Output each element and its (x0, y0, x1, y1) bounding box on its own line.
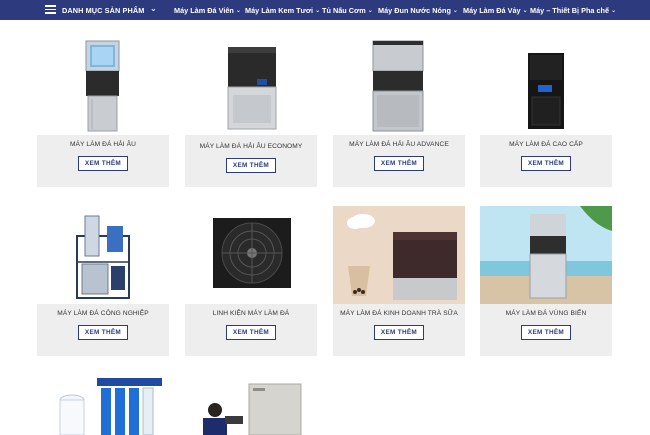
category-menu-label[interactable]: DANH MỤC SẢN PHẨM (62, 6, 144, 15)
product-title[interactable]: MÁY LÀM ĐÁ HẢI ÂU ADVANCE (333, 141, 465, 148)
product-title[interactable]: MÁY LÀM ĐÁ HẢI ÂU (37, 141, 169, 148)
ice-machine-image (528, 53, 564, 129)
milk-tea-ice-machine-image (333, 206, 465, 304)
view-more-button[interactable]: XEM THÊM (78, 156, 128, 171)
nav-item-label: Máy Làm Đá Vảy (463, 6, 521, 15)
product-image[interactable] (333, 206, 465, 304)
product-card (37, 372, 169, 435)
product-card (185, 372, 317, 435)
ice-machine-image (227, 47, 277, 130)
product-image[interactable] (480, 206, 612, 304)
view-more-button[interactable]: XEM THÊM (521, 156, 571, 171)
top-navigation-bar: DANH MỤC SẢN PHẨM ⌄ Máy Làm Đá Viên ⌄ Máy… (0, 0, 650, 20)
chevron-down-icon: ⌄ (452, 8, 458, 14)
product-image[interactable] (185, 206, 317, 304)
product-title[interactable]: LINH KIỆN MÁY LÀM ĐÁ (185, 310, 317, 317)
chevron-down-icon: ⌄ (611, 8, 617, 14)
product-title[interactable]: MÁY LÀM ĐÁ VÙNG BIỂN (480, 310, 612, 317)
view-more-button[interactable]: XEM THÊM (78, 325, 128, 340)
product-card: MÁY LÀM ĐÁ HẢI ÂU ECONOMY XEM THÊM (185, 37, 317, 187)
product-title[interactable]: MÁY LÀM ĐÁ KINH DOANH TRÀ SỮA (333, 310, 465, 317)
product-card: LINH KIỆN MÁY LÀM ĐÁ XEM THÊM (185, 206, 317, 356)
view-more-button[interactable]: XEM THÊM (226, 325, 276, 340)
nav-item-tu-nau-com[interactable]: Tủ Nấu Cơm ⌄ (322, 6, 373, 15)
nav-item-may-thiet-bi-pha-che[interactable]: Máy – Thiết Bị Pha chế ⌄ (530, 6, 616, 15)
industrial-ice-machine-image (76, 215, 130, 299)
nav-item-may-dun-nuoc-nong[interactable]: Máy Đun Nước Nóng ⌄ (378, 6, 458, 15)
product-card: MÁY LÀM ĐÁ KINH DOANH TRÀ SỮA XEM THÊM (333, 206, 465, 356)
product-image[interactable] (37, 37, 169, 135)
nav-item-label: Máy Làm Đá Viên (174, 6, 234, 15)
product-title[interactable]: MÁY LÀM ĐÁ HẢI ÂU ECONOMY (185, 143, 317, 150)
nav-item-label: Máy Làm Kem Tươi (245, 6, 314, 15)
chevron-down-icon: ⌄ (315, 8, 321, 14)
product-image[interactable] (185, 37, 317, 135)
nav-item-label: Máy – Thiết Bị Pha chế (530, 6, 610, 15)
fan-part-image (213, 218, 291, 288)
product-title[interactable]: MÁY LÀM ĐÁ CAO CẤP (480, 141, 612, 148)
product-card: MÁY LÀM ĐÁ VÙNG BIỂN XEM THÊM (480, 206, 612, 356)
water-filter-image (59, 378, 162, 435)
chevron-down-icon: ⌄ (522, 8, 528, 14)
product-image[interactable] (480, 37, 612, 135)
nav-item-label: Tủ Nấu Cơm (322, 6, 366, 15)
view-more-button[interactable]: XEM THÊM (374, 325, 424, 340)
view-more-button[interactable]: XEM THÊM (374, 156, 424, 171)
product-card: MÁY LÀM ĐÁ HẢI ÂU ADVANCE XEM THÊM (333, 37, 465, 187)
nav-item-may-lam-kem-tuoi[interactable]: Máy Làm Kem Tươi ⌄ (245, 6, 320, 15)
technician-ice-machine-image (203, 383, 302, 435)
product-card: MÁY LÀM ĐÁ HẢI ÂU XEM THÊM (37, 37, 169, 187)
view-more-button[interactable]: XEM THÊM (521, 325, 571, 340)
product-card: MÁY LÀM ĐÁ CÔNG NGHIỆP XEM THÊM (37, 206, 169, 356)
product-image[interactable] (37, 372, 169, 435)
nav-item-label: Máy Đun Nước Nóng (378, 6, 451, 15)
seaside-ice-machine-image (480, 206, 612, 304)
chevron-down-icon[interactable]: ⌄ (150, 4, 157, 13)
product-image[interactable] (37, 206, 169, 304)
product-card: MÁY LÀM ĐÁ CAO CẤP XEM THÊM (480, 37, 612, 187)
product-image[interactable] (333, 37, 465, 135)
hamburger-menu-icon[interactable] (45, 4, 56, 14)
view-more-button[interactable]: XEM THÊM (226, 158, 276, 173)
chevron-down-icon: ⌄ (367, 8, 373, 14)
chevron-down-icon: ⌄ (235, 8, 241, 14)
product-title[interactable]: MÁY LÀM ĐÁ CÔNG NGHIỆP (37, 310, 169, 317)
product-image[interactable] (185, 372, 317, 435)
ice-machine-image (85, 40, 120, 132)
nav-item-may-lam-da-vien[interactable]: Máy Làm Đá Viên ⌄ (174, 6, 241, 15)
nav-item-may-lam-da-vay[interactable]: Máy Làm Đá Vảy ⌄ (463, 6, 528, 15)
ice-machine-image (372, 40, 424, 132)
